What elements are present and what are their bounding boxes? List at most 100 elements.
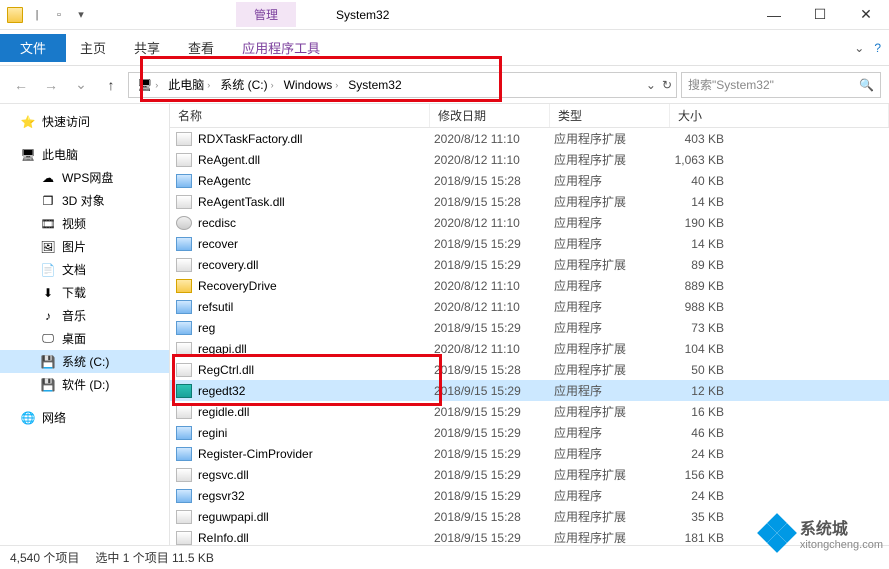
watermark-url: xitongcheng.com bbox=[800, 539, 883, 551]
file-row[interactable]: ReAgentTask.dll2018/9/15 15:28应用程序扩展14 K… bbox=[170, 191, 889, 212]
file-type: 应用程序扩展 bbox=[554, 256, 674, 273]
file-row[interactable]: RDXTaskFactory.dll2020/8/12 11:10应用程序扩展4… bbox=[170, 128, 889, 149]
col-name[interactable]: 名称 bbox=[170, 104, 430, 127]
file-type: 应用程序扩展 bbox=[554, 508, 674, 525]
menu-app-tools[interactable]: 应用程序工具 bbox=[228, 32, 334, 63]
file-size: 35 KB bbox=[674, 510, 754, 524]
file-row[interactable]: regapi.dll2020/8/12 11:10应用程序扩展104 KB bbox=[170, 338, 889, 359]
address-dropdown-icon[interactable]: ⌄ bbox=[646, 78, 656, 92]
nav-3d[interactable]: ❒3D 对象 bbox=[0, 189, 169, 212]
file-icon bbox=[176, 195, 192, 209]
properties-icon[interactable]: ▫ bbox=[50, 6, 68, 24]
nav-desktop[interactable]: 🖵桌面 bbox=[0, 327, 169, 350]
file-row[interactable]: ReAgent.dll2020/8/12 11:10应用程序扩展1,063 KB bbox=[170, 149, 889, 170]
nav-drive-c[interactable]: 💾系统 (C:) bbox=[0, 350, 169, 373]
file-type: 应用程序扩展 bbox=[554, 361, 674, 378]
nav-documents[interactable]: 📄文档 bbox=[0, 258, 169, 281]
nav-back-button[interactable]: ← bbox=[8, 72, 34, 98]
watermark: 系统城 xitongcheng.com bbox=[760, 515, 883, 551]
qat-dropdown-icon[interactable]: ▾ bbox=[72, 6, 90, 24]
file-row[interactable]: recover2018/9/15 15:29应用程序14 KB bbox=[170, 233, 889, 254]
file-size: 190 KB bbox=[674, 216, 754, 230]
file-name: regsvr32 bbox=[198, 489, 434, 503]
file-row[interactable]: RegCtrl.dll2018/9/15 15:28应用程序扩展50 KB bbox=[170, 359, 889, 380]
address-bar[interactable]: 🖥› 此电脑› 系统 (C:)› Windows› System32 ⌄↻ bbox=[128, 72, 677, 98]
file-name: regini bbox=[198, 426, 434, 440]
menu-home[interactable]: 主页 bbox=[66, 32, 120, 63]
file-menu[interactable]: 文件 bbox=[0, 34, 66, 62]
file-type: 应用程序 bbox=[554, 277, 674, 294]
cloud-icon: ☁ bbox=[40, 170, 56, 186]
nav-quick-access[interactable]: ⭐快速访问 bbox=[0, 110, 169, 133]
file-date: 2018/9/15 15:28 bbox=[434, 174, 554, 188]
drive-icon: 💾 bbox=[40, 377, 56, 393]
minimize-button[interactable]: — bbox=[751, 0, 797, 30]
file-type: 应用程序扩展 bbox=[554, 340, 674, 357]
breadcrumb: 此电脑› bbox=[164, 74, 214, 95]
file-icon bbox=[176, 405, 192, 419]
close-button[interactable]: ✕ bbox=[843, 0, 889, 30]
file-name: ReAgent.dll bbox=[198, 153, 434, 167]
star-icon: ⭐ bbox=[20, 114, 36, 130]
nav-recent-button[interactable]: ⌄ bbox=[68, 72, 94, 98]
file-list[interactable]: RDXTaskFactory.dll2020/8/12 11:10应用程序扩展4… bbox=[170, 128, 889, 545]
file-type: 应用程序 bbox=[554, 424, 674, 441]
file-size: 24 KB bbox=[674, 489, 754, 503]
file-row[interactable]: reg2018/9/15 15:29应用程序73 KB bbox=[170, 317, 889, 338]
maximize-button[interactable]: ☐ bbox=[797, 0, 843, 30]
file-size: 181 KB bbox=[674, 531, 754, 545]
file-size: 50 KB bbox=[674, 363, 754, 377]
search-icon[interactable]: 🔍 bbox=[859, 78, 874, 92]
file-type: 应用程序 bbox=[554, 172, 674, 189]
nav-this-pc[interactable]: 🖥此电脑 bbox=[0, 143, 169, 166]
file-icon bbox=[176, 258, 192, 272]
file-row[interactable]: ReAgentc2018/9/15 15:28应用程序40 KB bbox=[170, 170, 889, 191]
file-type: 应用程序扩展 bbox=[554, 529, 674, 545]
nav-drive-d[interactable]: 💾软件 (D:) bbox=[0, 373, 169, 396]
nav-up-button[interactable]: ↑ bbox=[98, 72, 124, 98]
file-row[interactable]: regidle.dll2018/9/15 15:29应用程序扩展16 KB bbox=[170, 401, 889, 422]
nav-pictures[interactable]: 🖼图片 bbox=[0, 235, 169, 258]
file-type: 应用程序扩展 bbox=[554, 403, 674, 420]
file-icon bbox=[176, 342, 192, 356]
file-size: 889 KB bbox=[674, 279, 754, 293]
file-row[interactable]: RecoveryDrive2020/8/12 11:10应用程序889 KB bbox=[170, 275, 889, 296]
file-size: 1,063 KB bbox=[674, 153, 754, 167]
file-size: 104 KB bbox=[674, 342, 754, 356]
file-row[interactable]: regsvc.dll2018/9/15 15:29应用程序扩展156 KB bbox=[170, 464, 889, 485]
file-date: 2018/9/15 15:29 bbox=[434, 405, 554, 419]
refresh-icon[interactable]: ↻ bbox=[662, 78, 672, 92]
watermark-logo-icon bbox=[760, 516, 794, 550]
file-size: 14 KB bbox=[674, 237, 754, 251]
col-size[interactable]: 大小 bbox=[670, 104, 889, 127]
menu-share[interactable]: 共享 bbox=[120, 32, 174, 63]
file-row[interactable]: Register-CimProvider2018/9/15 15:29应用程序2… bbox=[170, 443, 889, 464]
nav-forward-button[interactable]: → bbox=[38, 72, 64, 98]
nav-wps[interactable]: ☁WPS网盘 bbox=[0, 166, 169, 189]
search-placeholder: 搜索"System32" bbox=[688, 76, 774, 93]
window-title: System32 bbox=[336, 8, 389, 22]
pc-icon: 🖥 bbox=[20, 147, 36, 163]
nav-downloads[interactable]: ⬇下载 bbox=[0, 281, 169, 304]
ribbon-context-tab[interactable]: 管理 bbox=[236, 2, 296, 27]
file-row[interactable]: recdisc2020/8/12 11:10应用程序190 KB bbox=[170, 212, 889, 233]
file-type: 应用程序扩展 bbox=[554, 193, 674, 210]
menu-view[interactable]: 查看 bbox=[174, 32, 228, 63]
help-icon[interactable]: ? bbox=[874, 41, 881, 55]
file-row[interactable]: recovery.dll2018/9/15 15:29应用程序扩展89 KB bbox=[170, 254, 889, 275]
col-date[interactable]: 修改日期 bbox=[430, 104, 550, 127]
nav-network[interactable]: 🌐网络 bbox=[0, 406, 169, 429]
search-input[interactable]: 搜索"System32" 🔍 bbox=[681, 72, 881, 98]
nav-videos[interactable]: 🎞视频 bbox=[0, 212, 169, 235]
nav-music[interactable]: ♪音乐 bbox=[0, 304, 169, 327]
ribbon-expand-icon[interactable]: ⌄ bbox=[854, 41, 864, 55]
file-row[interactable]: regini2018/9/15 15:29应用程序46 KB bbox=[170, 422, 889, 443]
file-size: 403 KB bbox=[674, 132, 754, 146]
file-icon bbox=[176, 384, 192, 398]
file-row[interactable]: regedt322018/9/15 15:29应用程序12 KB bbox=[170, 380, 889, 401]
file-row[interactable]: regsvr322018/9/15 15:29应用程序24 KB bbox=[170, 485, 889, 506]
file-type: 应用程序 bbox=[554, 487, 674, 504]
file-row[interactable]: refsutil2020/8/12 11:10应用程序988 KB bbox=[170, 296, 889, 317]
file-icon bbox=[176, 426, 192, 440]
col-type[interactable]: 类型 bbox=[550, 104, 670, 127]
